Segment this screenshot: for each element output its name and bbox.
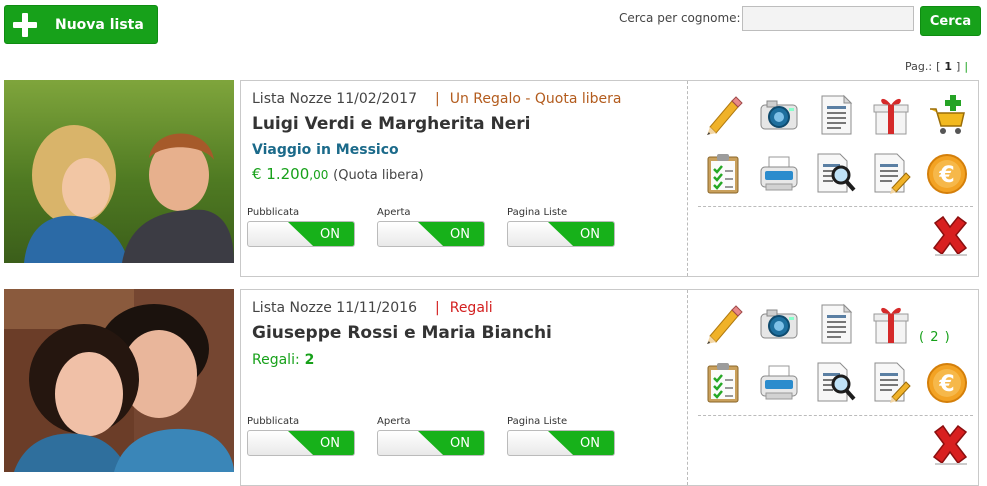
document-edit-icon[interactable] xyxy=(870,360,912,404)
list-actions: ( 2 ) xyxy=(687,290,979,485)
toggle-label: Pagina Liste xyxy=(507,416,568,427)
toggle-label: Aperta xyxy=(377,207,411,218)
list-details: Lista Nozze 11/11/2016 | Regali Giuseppe R… xyxy=(240,289,979,486)
couple-names: Luigi Verdi e Margherita Neri xyxy=(252,114,531,134)
list-header: Lista Nozze 11/02/2017 | Un Regalo - Quota… xyxy=(252,91,621,107)
toggle-open: Aperta ON xyxy=(377,207,485,247)
couple-photo xyxy=(4,289,234,472)
actions-divider xyxy=(698,206,973,207)
euro-coin-icon[interactable] xyxy=(926,360,968,404)
search-label: Cerca per cognome: xyxy=(619,11,741,25)
list-separator: | xyxy=(435,300,440,316)
document-icon[interactable] xyxy=(814,302,856,346)
toggle-label: Pubblicata xyxy=(247,207,300,218)
search-input[interactable] xyxy=(742,6,914,31)
switch-state: ON xyxy=(288,431,354,455)
printer-icon[interactable] xyxy=(758,360,800,404)
list-type: Un Regalo - Quota libera xyxy=(449,91,622,107)
switch-state: ON xyxy=(418,431,484,455)
list-card: Lista Nozze 11/02/2017 | Un Regalo - Quota… xyxy=(4,80,979,277)
camera-icon[interactable] xyxy=(758,302,800,346)
gifts-summary: Regali: 2 xyxy=(252,352,314,368)
toggle-published: Pubblicata ON xyxy=(247,416,355,456)
open-switch[interactable]: ON xyxy=(377,430,485,456)
pagination-separator: | xyxy=(964,60,969,73)
toggle-published: Pubblicata ON xyxy=(247,207,355,247)
euro-coin-icon[interactable] xyxy=(926,151,968,195)
gifts-count: 2 xyxy=(304,352,315,368)
clipboard-checklist-icon[interactable] xyxy=(702,151,744,195)
new-list-button[interactable]: Nuova lista xyxy=(4,5,158,44)
list-details: Lista Nozze 11/02/2017 | Un Regalo - Quota… xyxy=(240,80,979,277)
published-switch[interactable]: ON xyxy=(247,430,355,456)
pagination-label: Pag.: xyxy=(905,60,933,73)
open-switch[interactable]: ON xyxy=(377,221,485,247)
gifts-label: Regali: xyxy=(252,352,300,368)
price-amount: € 1.200 xyxy=(252,165,310,183)
list-actions xyxy=(687,81,979,276)
toggle-label: Pubblicata xyxy=(247,416,300,427)
switch-state: ON xyxy=(418,222,484,246)
pagination-current-page[interactable]: 1 xyxy=(944,60,952,73)
document-icon[interactable] xyxy=(814,93,856,137)
published-switch[interactable]: ON xyxy=(247,221,355,247)
list-card: Lista Nozze 11/11/2016 | Regali Giuseppe R… xyxy=(4,289,979,486)
toggle-label: Pagina Liste xyxy=(507,207,568,218)
list-type: Regali xyxy=(449,300,493,316)
switch-state: ON xyxy=(288,222,354,246)
list-title: Lista Nozze 11/02/2017 xyxy=(252,91,417,107)
document-edit-icon[interactable] xyxy=(870,151,912,195)
list-destination: Viaggio in Messico xyxy=(252,142,399,158)
gift-count-badge: ( 2 ) xyxy=(919,330,951,345)
toggle-list-page: Pagina Liste ON xyxy=(507,416,615,456)
toggle-open: Aperta ON xyxy=(377,416,485,456)
price-note: (Quota libera) xyxy=(333,168,424,183)
delete-x-icon[interactable] xyxy=(929,213,971,257)
list-price: € 1.200,00 (Quota libera) xyxy=(252,165,424,183)
actions-divider xyxy=(698,415,973,416)
pagination-bracket-open: [ xyxy=(936,60,941,73)
pagination: Pag.: [ 1 ] | xyxy=(905,60,968,73)
gift-icon[interactable] xyxy=(870,302,912,346)
new-list-label: Nuova lista xyxy=(55,16,144,33)
couple-names: Giuseppe Rossi e Maria Bianchi xyxy=(252,323,552,343)
delete-x-icon[interactable] xyxy=(929,422,971,466)
list-header: Lista Nozze 11/11/2016 | Regali xyxy=(252,300,493,316)
edit-pencil-icon[interactable] xyxy=(702,93,744,137)
document-search-icon[interactable] xyxy=(814,360,856,404)
add-to-cart-icon[interactable] xyxy=(926,93,968,137)
switch-state: ON xyxy=(548,222,614,246)
price-decimal: ,00 xyxy=(309,168,329,182)
pagination-bracket-close: ] xyxy=(956,60,961,73)
search-button[interactable]: Cerca xyxy=(920,6,981,36)
list-page-switch[interactable]: ON xyxy=(507,430,615,456)
toggle-label: Aperta xyxy=(377,416,411,427)
plus-icon xyxy=(13,12,37,37)
list-title: Lista Nozze 11/11/2016 xyxy=(252,300,417,316)
gift-icon[interactable] xyxy=(870,93,912,137)
edit-pencil-icon[interactable] xyxy=(702,302,744,346)
clipboard-checklist-icon[interactable] xyxy=(702,360,744,404)
list-separator: | xyxy=(435,91,440,107)
document-search-icon[interactable] xyxy=(814,151,856,195)
list-page-switch[interactable]: ON xyxy=(507,221,615,247)
toolbar: Nuova lista Cerca per cognome: Cerca xyxy=(0,0,987,50)
camera-icon[interactable] xyxy=(758,93,800,137)
switch-state: ON xyxy=(548,431,614,455)
printer-icon[interactable] xyxy=(758,151,800,195)
couple-photo xyxy=(4,80,234,263)
toggle-list-page: Pagina Liste ON xyxy=(507,207,615,247)
